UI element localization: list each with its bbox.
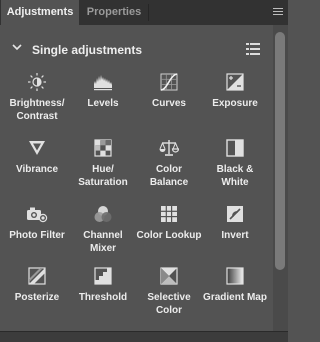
invert-icon	[227, 206, 243, 222]
curves-icon	[160, 73, 178, 91]
threshold-icon	[94, 267, 112, 285]
vibrance-button[interactable]: Vibrance	[4, 138, 70, 176]
color-balance-button[interactable]: Color Balance	[136, 138, 202, 189]
posterize-label: Posterize	[14, 292, 60, 303]
selective-color-button[interactable]: Selective Color	[136, 266, 202, 317]
gradient-map-icon	[226, 267, 244, 285]
posterize-icon	[28, 267, 46, 285]
hue-saturation-button[interactable]: Hue/ Saturation	[70, 138, 136, 189]
invert-button[interactable]: Invert	[202, 204, 268, 242]
gradient-map-button[interactable]: Gradient Map	[202, 266, 268, 304]
threshold-label: Threshold	[78, 292, 128, 303]
posterize-button[interactable]: Posterize	[4, 266, 70, 304]
tab-adjustments[interactable]: Adjustments	[1, 0, 79, 25]
hue-saturation-icon	[94, 139, 112, 157]
color-lookup-label: Color Lookup	[136, 230, 202, 241]
exposure-icon	[226, 73, 244, 91]
levels-button[interactable]: Levels	[70, 72, 136, 110]
invert-label: Invert	[221, 230, 249, 241]
panel-menu-icon[interactable]	[273, 8, 283, 17]
exposure-button[interactable]: Exposure	[202, 72, 268, 110]
channel-mixer-label: Channel Mixer	[83, 230, 123, 254]
channel-mixer-button[interactable]: Channel Mixer	[70, 204, 136, 255]
brightness-contrast-label: Brightness/ Contrast	[9, 98, 65, 122]
panel-tab-bar: Adjustments Properties	[0, 0, 288, 25]
tab-divider	[148, 4, 149, 21]
panel-bottom-bar	[0, 331, 288, 342]
gradient-map-label: Gradient Map	[203, 292, 267, 303]
color-lookup-icon	[161, 206, 177, 222]
black-white-label: Black & White	[216, 164, 254, 188]
black-white-button[interactable]: Black & White	[202, 138, 268, 189]
vibrance-label: Vibrance	[15, 164, 59, 175]
photo-filter-label: Photo Filter	[9, 230, 65, 241]
list-view-icon[interactable]	[246, 43, 260, 55]
scrollbar-thumb[interactable]	[275, 32, 285, 270]
selective-color-icon	[160, 267, 178, 285]
photo-filter-button[interactable]: Photo Filter	[4, 204, 70, 242]
channel-mixer-icon	[94, 206, 112, 222]
curves-label: Curves	[152, 98, 186, 109]
exposure-label: Exposure	[212, 98, 258, 109]
black-white-icon	[226, 139, 244, 157]
brightness-contrast-button[interactable]: Brightness/ Contrast	[4, 72, 70, 123]
brightness-contrast-icon	[28, 73, 46, 91]
levels-label: Levels	[87, 98, 119, 109]
photo-filter-icon	[27, 207, 48, 223]
selective-color-label: Selective Color	[147, 292, 191, 316]
color-balance-label: Color Balance	[149, 164, 189, 188]
section-title: Single adjustments	[32, 43, 143, 57]
tab-properties[interactable]: Properties	[80, 0, 148, 25]
levels-icon	[94, 75, 112, 91]
vertical-scrollbar[interactable]	[273, 25, 288, 331]
chevron-down-icon[interactable]	[11, 42, 23, 52]
color-balance-icon	[159, 140, 179, 156]
color-lookup-button[interactable]: Color Lookup	[136, 204, 202, 242]
hue-saturation-label: Hue/ Saturation	[78, 164, 128, 188]
curves-button[interactable]: Curves	[136, 72, 202, 110]
threshold-button[interactable]: Threshold	[70, 266, 136, 304]
vibrance-icon	[29, 141, 45, 155]
